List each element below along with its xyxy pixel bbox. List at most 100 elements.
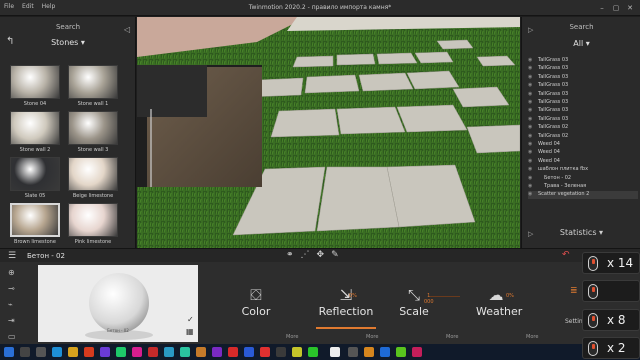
scene-tree-item[interactable]: ◉ Weed 04	[528, 149, 638, 157]
search-icon[interactable]	[20, 347, 30, 357]
scene-tree-item[interactable]: ◉ TallGrass 03	[528, 65, 638, 73]
visibility-eye-icon[interactable]: ◉	[528, 99, 534, 105]
app-icon-10[interactable]	[228, 347, 238, 357]
app-icon-13[interactable]	[276, 347, 286, 357]
more-link-scale[interactable]: More	[446, 334, 458, 340]
more-link-color[interactable]: More	[286, 334, 298, 340]
material-swatch[interactable]	[68, 65, 118, 99]
material-swatch[interactable]	[68, 157, 118, 191]
more-link-weather[interactable]: More	[526, 334, 538, 340]
app-icon-6[interactable]	[164, 347, 174, 357]
visibility-eye-icon[interactable]: ◉	[528, 158, 534, 164]
visibility-eye-icon[interactable]: ◉	[528, 133, 534, 139]
hamburger-menu-icon[interactable]: ☰	[8, 251, 16, 261]
app-icon-12[interactable]	[260, 347, 270, 357]
reflection-property[interactable]: ⇲ Reflection 0%	[316, 286, 376, 318]
app-icon-3[interactable]	[116, 347, 126, 357]
visibility-eye-icon[interactable]: ◉	[528, 175, 534, 181]
animate-icon[interactable]: ⌁	[8, 300, 16, 309]
app-icon-8[interactable]	[196, 347, 206, 357]
scene-tree-item[interactable]: ◉ TallGrass 03	[528, 82, 638, 90]
clone-icon[interactable]: ⚭	[286, 250, 294, 260]
folder-icon[interactable]	[68, 347, 78, 357]
visibility-eye-icon[interactable]: ◉	[528, 183, 534, 189]
settings-sliders-icon[interactable]: ⊸	[8, 284, 16, 293]
scene-tree-item[interactable]: ◉ TallGrass 03	[528, 116, 638, 124]
minimize-icon[interactable]: –	[596, 2, 608, 14]
task-view-icon[interactable]	[36, 347, 46, 357]
app-icon-1[interactable]	[84, 347, 94, 357]
material-swatch[interactable]	[68, 111, 118, 145]
material-swatch[interactable]	[10, 111, 60, 145]
scene-tree-item[interactable]: ◉ TallGrass 03	[528, 74, 638, 82]
scene-tree-item[interactable]: ◉ Weed 04	[528, 158, 638, 166]
scene-tree-item[interactable]: ◉ TallGrass 03	[528, 57, 638, 65]
media-icon[interactable]: ▭	[8, 332, 16, 341]
scene-tree-item[interactable]: ◉ Трава - Зеленая	[528, 183, 638, 191]
scene-tree-item[interactable]: ◉ Бетон - 02	[528, 175, 638, 183]
app-icon-19[interactable]	[396, 347, 406, 357]
app-icon-17[interactable]	[364, 347, 374, 357]
scene-tree-item[interactable]: ◉ TallGrass 03	[528, 99, 638, 107]
visibility-eye-icon[interactable]: ◉	[528, 141, 534, 147]
settings-sliders-icon[interactable]: ≣	[570, 286, 578, 296]
app-icon-18[interactable]	[380, 347, 390, 357]
edge-icon[interactable]	[52, 347, 62, 357]
grid-icon[interactable]: ▦	[186, 327, 194, 336]
visibility-eye-icon[interactable]: ◉	[528, 124, 534, 130]
maximize-icon[interactable]: ▢	[610, 2, 622, 14]
visibility-eye-icon[interactable]: ◉	[528, 107, 534, 113]
move-icon[interactable]: ✥	[317, 250, 325, 260]
scene-tree-item[interactable]: ◉ Weed 04	[528, 141, 638, 149]
visibility-eye-icon[interactable]: ◉	[528, 74, 534, 80]
scene-tree-item[interactable]: ◉ TallGrass 03	[528, 91, 638, 99]
scale-slider[interactable]	[430, 296, 460, 297]
app-icon-20[interactable]	[412, 347, 422, 357]
material-swatch[interactable]	[10, 157, 60, 191]
close-icon[interactable]: ✕	[624, 2, 636, 14]
visibility-eye-icon[interactable]: ◉	[528, 166, 534, 172]
material-swatch[interactable]	[10, 203, 60, 237]
back-arrow-icon[interactable]: ↰	[6, 36, 14, 47]
visibility-eye-icon[interactable]: ◉	[528, 116, 534, 122]
start-icon[interactable]	[4, 347, 14, 357]
material-swatch[interactable]	[68, 203, 118, 237]
export-icon[interactable]: ⇥	[8, 316, 16, 325]
collapse-panel-icon[interactable]: ◁	[124, 25, 130, 34]
visibility-eye-icon[interactable]: ◉	[528, 65, 534, 71]
visibility-eye-icon[interactable]: ◉	[528, 191, 534, 197]
color-property[interactable]: ⛋ Color	[236, 286, 276, 318]
scene-tree-item[interactable]: ◉ TallGrass 02	[528, 124, 638, 132]
app-icon-7[interactable]	[180, 347, 190, 357]
app-icon-5[interactable]	[148, 347, 158, 357]
app-icon-9[interactable]	[212, 347, 222, 357]
scale-property[interactable]: ⤡ Scale 1 000	[396, 286, 433, 318]
app-icon-15[interactable]	[308, 347, 318, 357]
filter-dropdown[interactable]: All ▾	[522, 39, 640, 48]
scene-tree-item[interactable]: ◉ TallGrass 02	[528, 133, 638, 141]
more-link-reflection[interactable]: More	[366, 334, 378, 340]
undo-icon[interactable]: ↶	[562, 250, 570, 260]
app-icon-11[interactable]	[244, 347, 254, 357]
app-icon-14[interactable]	[292, 347, 302, 357]
library-search[interactable]: Search	[20, 23, 116, 31]
pattern-icon[interactable]: ⋰	[301, 250, 310, 260]
scene-search[interactable]: Search	[522, 23, 640, 31]
visibility-eye-icon[interactable]: ◉	[528, 82, 534, 88]
app-icon-2[interactable]	[100, 347, 110, 357]
visibility-eye-icon[interactable]: ◉	[528, 91, 534, 97]
scene-tree-item[interactable]: ◉ шаблон плитка fbx	[528, 166, 638, 174]
app-icon-16[interactable]	[348, 347, 358, 357]
statistics-dropdown[interactable]: Statistics ▾	[522, 228, 640, 237]
visibility-eye-icon[interactable]: ◉	[528, 149, 534, 155]
scene-tree-item[interactable]: ◉ TallGrass 03	[528, 107, 638, 115]
check-icon[interactable]: ✓	[187, 315, 194, 324]
import-icon[interactable]: ⊕	[8, 268, 16, 277]
3d-viewport[interactable]	[137, 17, 520, 248]
weather-property[interactable]: ☁ Weather 0%	[476, 286, 522, 318]
category-dropdown[interactable]: Stones ▾	[36, 38, 100, 47]
visibility-eye-icon[interactable]: ◉	[528, 57, 534, 63]
twinmotion-icon[interactable]	[330, 347, 340, 357]
eyedropper-icon[interactable]: ✎	[331, 250, 339, 260]
app-icon-4[interactable]	[132, 347, 142, 357]
